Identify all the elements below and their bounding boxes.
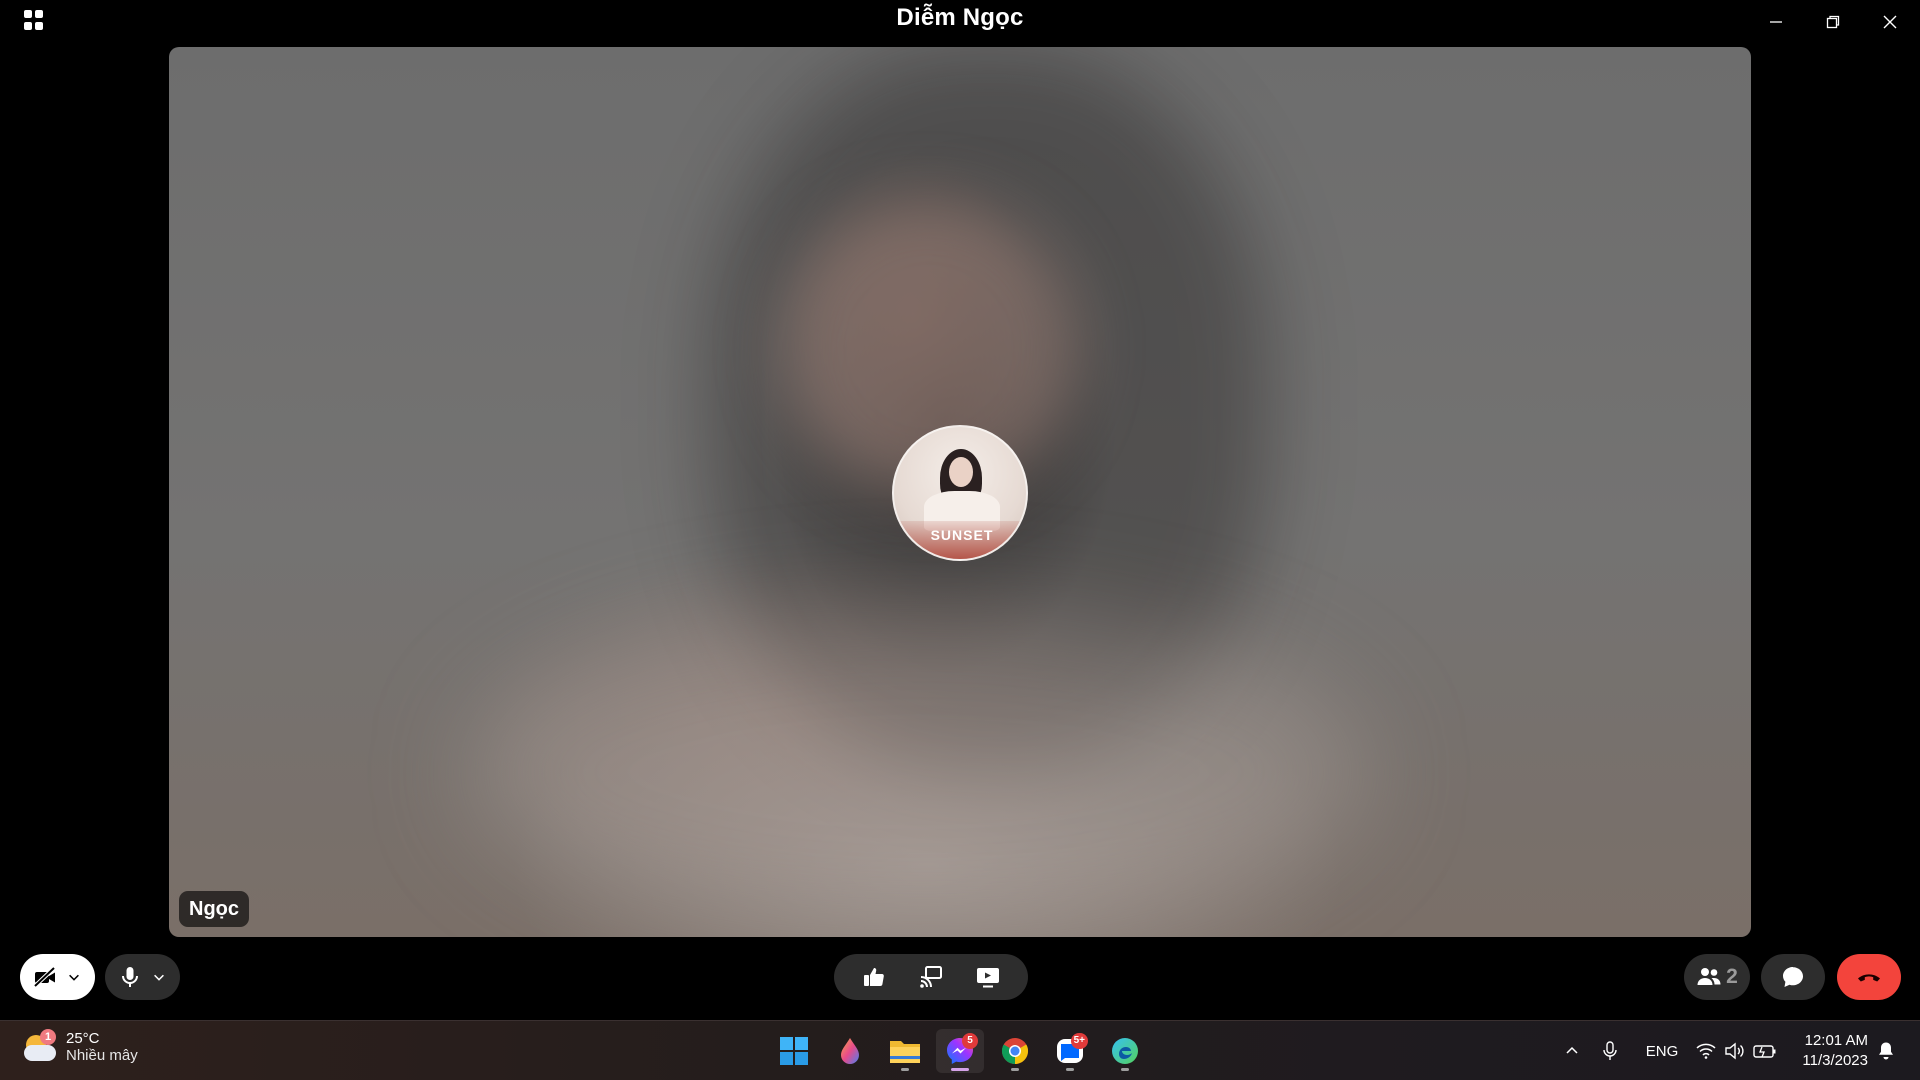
chrome-icon [1001, 1038, 1029, 1065]
minimize-button[interactable] [1756, 8, 1796, 36]
participants-button[interactable]: 2 [1684, 954, 1750, 1000]
chat-button[interactable] [1761, 954, 1825, 1000]
restore-icon [1826, 15, 1840, 29]
window-title: Diễm Ngọc [896, 4, 1024, 31]
chat-bubble-icon [1780, 964, 1806, 990]
participant-name-tag: Ngọc [179, 891, 249, 927]
restore-button[interactable] [1813, 8, 1853, 36]
messenger-badge: 5 [962, 1033, 978, 1049]
hang-up-icon [1856, 964, 1882, 990]
close-icon [1883, 15, 1897, 29]
tray-microphone-button[interactable] [1598, 1039, 1622, 1063]
taskbar-app-zalo[interactable]: 5+ [1046, 1029, 1094, 1073]
blurred-background [469, 607, 1369, 937]
video-off-icon [32, 964, 58, 990]
show-hidden-icons-button[interactable] [1560, 1039, 1584, 1063]
battery-icon[interactable] [1752, 1039, 1778, 1063]
language-indicator[interactable]: ENG [1642, 1039, 1682, 1063]
microphone-icon [117, 964, 143, 990]
zalo-badge: 5+ [1070, 1033, 1088, 1049]
camera-options-chevron-icon[interactable] [66, 969, 82, 985]
paint-drop-icon [841, 1038, 859, 1064]
taskbar-app-messenger[interactable]: 5 [936, 1029, 984, 1073]
taskbar-app-edge[interactable] [1101, 1029, 1149, 1073]
cast-screen-icon[interactable] [918, 964, 944, 990]
windows-logo-icon [780, 1037, 808, 1065]
camera-toggle-button[interactable] [20, 954, 95, 1000]
taskbar-app-chrome[interactable] [991, 1029, 1039, 1073]
center-controls [834, 954, 1028, 1000]
clock-date: 11/3/2023 [1802, 1052, 1868, 1069]
microphone-toggle-button[interactable] [105, 954, 180, 1000]
partly-cloudy-icon: 1 [20, 1029, 60, 1065]
taskbar-app-paint[interactable] [826, 1029, 874, 1073]
clock-time: 12:01 AM [1804, 1032, 1868, 1049]
weather-badge: 1 [40, 1029, 56, 1045]
bell-icon [1879, 1042, 1893, 1060]
wifi-icon[interactable] [1694, 1039, 1718, 1063]
participant-count: 2 [1726, 965, 1738, 988]
microphone-icon [1603, 1041, 1617, 1060]
start-button[interactable] [770, 1029, 818, 1073]
participant-avatar: SUNSET [892, 425, 1028, 561]
notifications-button[interactable] [1874, 1039, 1898, 1063]
avatar-logo-text: SUNSET [930, 527, 994, 543]
share-screen-icon[interactable] [975, 964, 1001, 990]
close-button[interactable] [1870, 8, 1910, 36]
volume-icon[interactable] [1722, 1039, 1746, 1063]
edge-icon [1112, 1038, 1138, 1064]
system-clock[interactable]: 12:01 AM 11/3/2023 [1802, 1031, 1868, 1071]
minimize-icon [1770, 21, 1782, 23]
weather-widget[interactable]: 1 25°C Nhiều mây [20, 1029, 138, 1065]
weather-condition: Nhiều mây [66, 1047, 138, 1064]
taskbar: 1 25°C Nhiều mây 5 5+ ENG 12:01 AM 11/3/… [0, 1020, 1920, 1080]
weather-temperature: 25°C [66, 1030, 100, 1047]
title-bar: Diễm Ngọc [0, 0, 1920, 46]
taskbar-app-file-explorer[interactable] [881, 1029, 929, 1073]
microphone-options-chevron-icon[interactable] [151, 969, 167, 985]
end-call-button[interactable] [1837, 954, 1901, 1000]
video-stage: SUNSET Ngọc [169, 47, 1751, 937]
chevron-up-icon [1566, 1046, 1578, 1054]
people-icon [1696, 964, 1722, 990]
folder-icon [890, 1041, 920, 1063]
thumbs-up-icon[interactable] [861, 964, 887, 990]
